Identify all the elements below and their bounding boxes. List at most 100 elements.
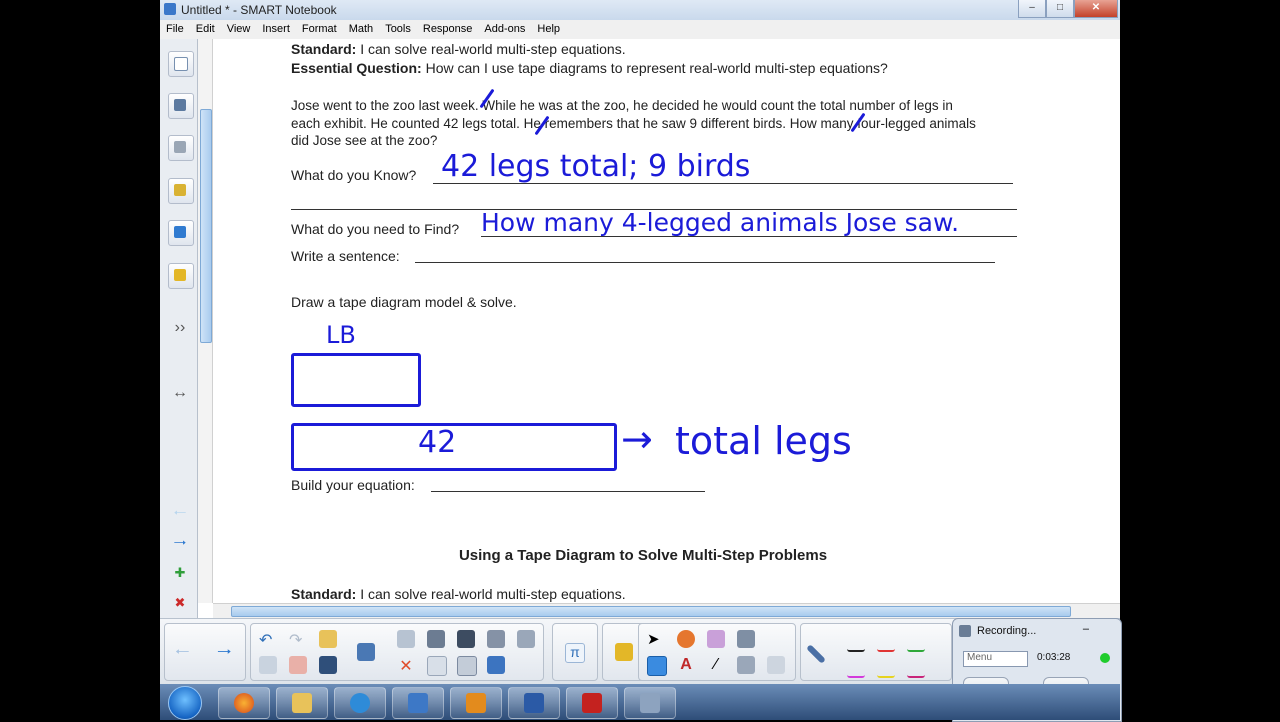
recorder-menu-dropdown[interactable]: Menu xyxy=(963,651,1028,667)
delete-icon[interactable] xyxy=(289,656,307,674)
add-page-icon[interactable]: ✚ xyxy=(168,565,192,581)
previous-page-icon[interactable]: 🠀 xyxy=(168,502,192,529)
red-pen-icon[interactable] xyxy=(877,632,895,652)
find-answer-ink: How many 4-legged animals Jose saw. xyxy=(481,208,960,237)
expand-icon[interactable]: ›› xyxy=(168,319,192,337)
display-icon[interactable] xyxy=(357,643,375,661)
yellow-pen-icon[interactable] xyxy=(877,658,895,678)
pen-colors-group xyxy=(800,623,952,681)
undo-icon[interactable]: ↶ xyxy=(259,630,277,649)
smart-notebook-icon xyxy=(408,693,428,713)
delete-page-icon[interactable]: ✖ xyxy=(168,595,192,611)
menu-file[interactable]: File xyxy=(160,20,190,39)
math-pi-icon[interactable]: π xyxy=(565,643,585,663)
windows-taskbar xyxy=(160,684,1120,720)
close-button[interactable]: ✕ xyxy=(1074,0,1118,18)
pdf-icon xyxy=(582,693,602,713)
select-pointer-icon[interactable]: ➤ xyxy=(647,630,665,648)
problem-line-1: Jose went to the zoo last week. While he… xyxy=(291,98,953,113)
table-icon[interactable] xyxy=(457,656,477,676)
window-title: Untitled * - SMART Notebook xyxy=(181,3,337,17)
taskbar-outlook[interactable] xyxy=(450,687,502,719)
redo-icon[interactable]: ↷ xyxy=(289,630,307,649)
recorder-icon[interactable] xyxy=(487,630,505,648)
next-standard-label: Standard: xyxy=(291,586,357,602)
notebook-page[interactable]: Standard: I can solve real-world multi-s… xyxy=(213,39,1120,603)
magic-pen-icon[interactable] xyxy=(737,630,755,648)
next-standard-text: I can solve real-world multi-step equati… xyxy=(356,586,626,602)
horizontal-scrollbar[interactable] xyxy=(213,603,1120,618)
new-page-icon[interactable] xyxy=(259,656,277,674)
forward-arrow-icon[interactable]: 🠂 xyxy=(217,643,235,661)
creative-pen-icon[interactable] xyxy=(737,656,755,674)
black-pen-icon[interactable] xyxy=(847,632,865,652)
taskbar-internet-explorer[interactable] xyxy=(334,687,386,719)
taskbar-word[interactable] xyxy=(508,687,560,719)
gallery-tab[interactable] xyxy=(168,93,194,119)
paste-icon[interactable] xyxy=(397,630,415,648)
menu-edit[interactable]: Edit xyxy=(190,20,221,39)
text-properties-icon xyxy=(174,184,186,196)
back-arrow-icon[interactable]: 🠀 xyxy=(175,643,193,661)
taskbar-smart-notebook[interactable] xyxy=(392,687,444,719)
fill-eraser-icon[interactable] xyxy=(767,656,785,674)
next-page-icon[interactable]: 🠂 xyxy=(168,532,192,559)
line-icon[interactable]: ∕ xyxy=(707,656,725,674)
drawing-tools-group: ➤ A ∕ xyxy=(638,623,796,681)
vertical-scrollbar[interactable] xyxy=(198,39,213,603)
taskbar-acrobat[interactable] xyxy=(566,687,618,719)
save-icon[interactable] xyxy=(319,656,337,674)
recording-title: Recording... xyxy=(977,625,1037,637)
tape-arrow-ink: → xyxy=(621,417,653,461)
shapes-icon[interactable] xyxy=(677,630,695,648)
maximize-button[interactable]: □ xyxy=(1046,0,1074,18)
menu-insert[interactable]: Insert xyxy=(256,20,296,39)
cut-icon[interactable]: ✕ xyxy=(397,656,415,675)
edit-tools-group: ↶ ↷ ✕ xyxy=(250,623,544,681)
properties-tab[interactable] xyxy=(168,178,194,204)
start-button[interactable] xyxy=(168,686,202,720)
find-answer-line xyxy=(481,236,1017,237)
minimize-button[interactable]: – xyxy=(1018,0,1046,18)
addons-tab[interactable] xyxy=(168,220,194,246)
close-box-icon[interactable] xyxy=(487,656,505,674)
horizontal-scroll-thumb[interactable] xyxy=(231,606,1071,617)
pen-settings-icon[interactable] xyxy=(806,644,826,664)
response-tab[interactable] xyxy=(168,263,194,289)
word-icon xyxy=(524,693,544,713)
eraser-icon[interactable] xyxy=(707,630,725,648)
pen-icon[interactable] xyxy=(647,656,667,676)
vertical-scroll-thumb[interactable] xyxy=(200,109,212,343)
tape-top-label-ink: LB xyxy=(326,321,356,349)
taskbar-firefox[interactable] xyxy=(218,687,270,719)
magenta-pen-icon[interactable] xyxy=(847,658,865,678)
pink-pen-icon[interactable] xyxy=(907,658,925,678)
menu-tools[interactable]: Tools xyxy=(379,20,417,39)
page-sorter-tab[interactable] xyxy=(168,51,194,77)
menu-math[interactable]: Math xyxy=(343,20,379,39)
spell-icon[interactable] xyxy=(517,630,535,648)
menu-response[interactable]: Response xyxy=(417,20,479,39)
menu-bar: File Edit View Insert Format Math Tools … xyxy=(160,20,1120,39)
taskbar-explorer[interactable] xyxy=(276,687,328,719)
menu-format[interactable]: Format xyxy=(296,20,343,39)
equation-label: Build your equation: xyxy=(291,477,415,493)
open-folder-icon[interactable] xyxy=(319,630,337,648)
capture-icon[interactable] xyxy=(457,630,475,648)
firefox-icon xyxy=(234,693,254,713)
text-icon[interactable]: A xyxy=(677,656,695,674)
menu-addons[interactable]: Add-ons xyxy=(478,20,531,39)
essential-question-text: How can I use tape diagrams to represent… xyxy=(421,60,888,76)
menu-view[interactable]: View xyxy=(221,20,257,39)
sentence-line xyxy=(415,262,995,263)
tape-top-box xyxy=(291,353,421,407)
resize-arrows-icon[interactable]: ↔ xyxy=(168,384,192,402)
attachments-tab[interactable] xyxy=(168,135,194,161)
screen-shade-icon[interactable] xyxy=(427,630,445,648)
response-question-icon[interactable] xyxy=(615,643,633,661)
taskbar-recorder[interactable] xyxy=(624,687,676,719)
menu-help[interactable]: Help xyxy=(531,20,566,39)
green-pen-icon[interactable] xyxy=(907,632,925,652)
screen-icon[interactable] xyxy=(427,656,447,676)
recorder-minimize-button[interactable]: – xyxy=(1083,623,1089,635)
